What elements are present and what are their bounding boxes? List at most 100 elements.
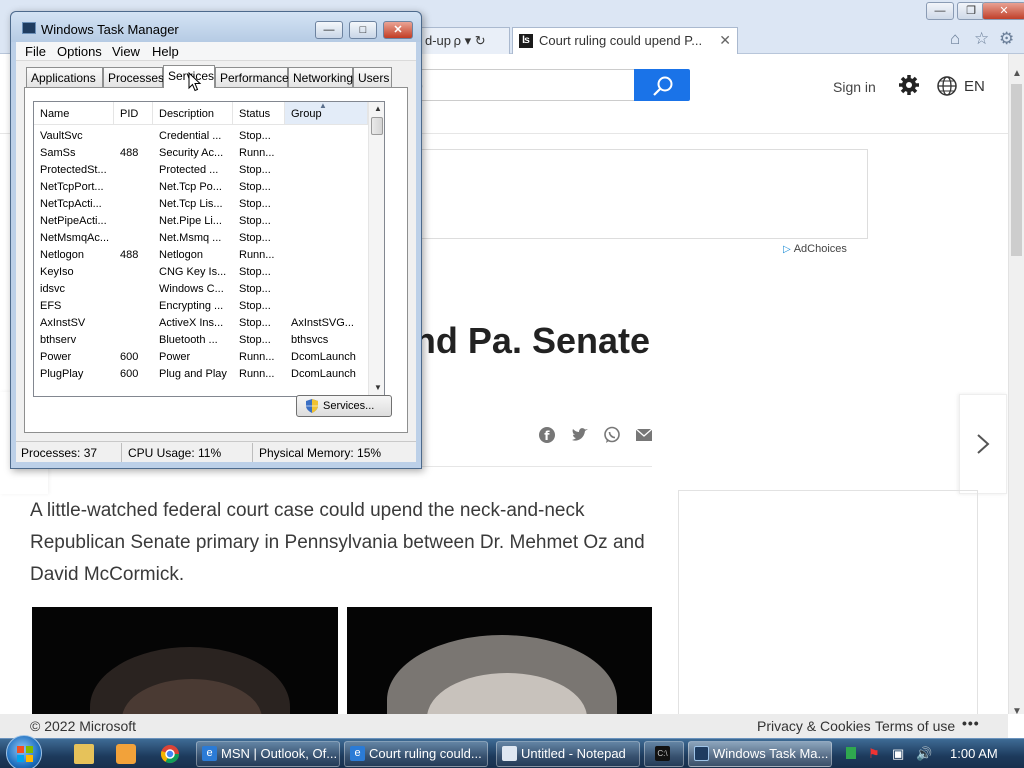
status-bar: Processes: 37 CPU Usage: 11% Physical Me… bbox=[16, 441, 416, 462]
page-scrollbar[interactable]: ▲ ▼ bbox=[1008, 54, 1024, 717]
tab-processes[interactable]: Processes bbox=[103, 67, 164, 87]
scroll-thumb[interactable] bbox=[1011, 84, 1022, 256]
cell-pid: 488 bbox=[120, 249, 139, 261]
settings-icon[interactable]: ⚙ bbox=[999, 29, 1014, 49]
menu-help[interactable]: Help bbox=[152, 44, 179, 59]
taskbar-btn-label: Court ruling could... bbox=[369, 746, 482, 761]
taskbar-btn-label: Untitled - Notepad bbox=[521, 746, 626, 761]
tab-close-icon[interactable]: ✕ bbox=[719, 32, 731, 49]
start-button[interactable] bbox=[6, 735, 42, 768]
media-player-icon[interactable] bbox=[116, 744, 136, 764]
action-center-icon[interactable]: ⚑ bbox=[868, 746, 880, 762]
browser-minimize-button[interactable]: — bbox=[926, 2, 954, 20]
twitter-icon[interactable] bbox=[571, 426, 589, 444]
adchoices-link[interactable]: ▷ AdChoices bbox=[783, 243, 847, 255]
msn-favicon-icon: ʪ bbox=[519, 34, 533, 48]
next-article-button[interactable] bbox=[959, 394, 1007, 494]
services-button-label: Services... bbox=[323, 400, 375, 412]
table-row[interactable]: NetPipeActi... Net.Pipe Li... Stop... bbox=[34, 213, 368, 230]
privacy-link[interactable]: Privacy & Cookies bbox=[757, 718, 871, 734]
taskbar-btn-court-ruling[interactable]: e Court ruling could... bbox=[344, 741, 488, 767]
cell-description: Net.Pipe Li... bbox=[159, 215, 222, 227]
cell-description: ActiveX Ins... bbox=[159, 317, 224, 329]
whatsapp-icon[interactable] bbox=[603, 426, 621, 444]
cell-name: EFS bbox=[40, 300, 62, 312]
taskbar-btn-cmd[interactable]: C:\ bbox=[644, 741, 684, 767]
close-button[interactable]: ✕ bbox=[383, 21, 413, 39]
scroll-thumb[interactable] bbox=[371, 117, 383, 135]
scroll-down-icon[interactable]: ▼ bbox=[1012, 706, 1022, 717]
scroll-down-icon[interactable]: ▼ bbox=[374, 383, 382, 392]
table-row[interactable]: VaultSvc Credential ... Stop... bbox=[34, 128, 368, 145]
services-list[interactable]: Name PID Description Status Group ▲ Vaul… bbox=[33, 101, 385, 397]
cell-description: Plug and Play bbox=[159, 368, 227, 380]
search-input[interactable]: p bbox=[400, 69, 636, 101]
tab-performance[interactable]: Performance bbox=[215, 67, 289, 87]
chrome-icon[interactable] bbox=[160, 744, 180, 764]
table-row[interactable]: bthserv Bluetooth ... Stop... bthsvcs bbox=[34, 332, 368, 349]
tab-networking[interactable]: Networking bbox=[288, 67, 353, 87]
globe-icon[interactable] bbox=[936, 75, 958, 97]
table-row[interactable]: AxInstSV ActiveX Ins... Stop... AxInstSVG..… bbox=[34, 315, 368, 332]
browser-tab-msn[interactable]: d-up ρ ▾ ↻ bbox=[420, 27, 510, 54]
table-row[interactable]: NetTcpActi... Net.Tcp Lis... Stop... bbox=[34, 196, 368, 213]
more-options-icon[interactable]: ••• bbox=[962, 715, 980, 731]
scroll-up-icon[interactable]: ▲ bbox=[1012, 68, 1022, 79]
column-header-pid[interactable]: PID bbox=[114, 102, 153, 125]
msn-footer: © 2022 Microsoft Privacy & Cookies Terms… bbox=[0, 714, 1008, 738]
table-row[interactable]: Netlogon 488 Netlogon Runn... bbox=[34, 247, 368, 264]
column-header-name[interactable]: Name bbox=[34, 102, 114, 125]
mail-icon[interactable] bbox=[635, 426, 653, 444]
table-row[interactable]: NetTcpPort... Net.Tcp Po... Stop... bbox=[34, 179, 368, 196]
menu-options[interactable]: Options bbox=[57, 44, 102, 59]
terms-link[interactable]: Terms of use bbox=[875, 718, 955, 734]
article-lead: A little-watched federal court case coul… bbox=[30, 500, 645, 585]
cell-description: Credential ... bbox=[159, 130, 222, 142]
performance-tray-icon[interactable] bbox=[846, 747, 856, 759]
column-header-group[interactable]: Group ▲ bbox=[285, 102, 368, 125]
sidebar-ad[interactable] bbox=[678, 490, 978, 714]
maximize-button[interactable]: □ bbox=[349, 21, 377, 39]
article-photo-oz[interactable] bbox=[32, 607, 338, 714]
taskbar-btn-task-manager[interactable]: Windows Task Ma... bbox=[688, 741, 832, 767]
article-photo-mccormick[interactable] bbox=[347, 607, 652, 714]
table-row[interactable]: KeyIso CNG Key Is... Stop... bbox=[34, 264, 368, 281]
services-button[interactable]: Services... bbox=[296, 395, 392, 417]
table-row[interactable]: NetMsmqAc... Net.Msmq ... Stop... bbox=[34, 230, 368, 247]
tab-applications[interactable]: Applications bbox=[26, 67, 103, 87]
task-manager-titlebar[interactable]: Windows Task Manager — □ ✕ bbox=[11, 12, 421, 42]
language-selector[interactable]: EN bbox=[964, 78, 985, 95]
ad-banner[interactable] bbox=[410, 149, 868, 239]
star-icon[interactable]: ☆ bbox=[974, 29, 989, 49]
tab-users[interactable]: Users bbox=[353, 67, 392, 87]
table-row[interactable]: SamSs 488 Security Ac... Runn... bbox=[34, 145, 368, 162]
taskbar-btn-notepad[interactable]: Untitled - Notepad bbox=[496, 741, 640, 767]
taskbar-btn-msn[interactable]: e MSN | Outlook, Of... bbox=[196, 741, 340, 767]
scroll-up-icon[interactable]: ▲ bbox=[374, 104, 382, 113]
uac-shield-icon bbox=[306, 399, 318, 413]
table-row[interactable]: idsvc Windows C... Stop... bbox=[34, 281, 368, 298]
list-scrollbar[interactable]: ▲ ▼ bbox=[368, 102, 384, 396]
table-row[interactable]: EFS Encrypting ... Stop... bbox=[34, 298, 368, 315]
table-row[interactable]: PlugPlay 600 Plug and Play Runn... DcomLaunc… bbox=[34, 366, 368, 383]
home-icon[interactable]: ⌂ bbox=[950, 29, 960, 49]
browser-close-button[interactable]: ✕ bbox=[982, 2, 1024, 20]
menu-file[interactable]: File bbox=[25, 44, 46, 59]
minimize-button[interactable]: — bbox=[315, 21, 343, 39]
column-header-status[interactable]: Status bbox=[233, 102, 285, 125]
menu-view[interactable]: View bbox=[112, 44, 140, 59]
cell-status: Stop... bbox=[239, 300, 271, 312]
explorer-icon[interactable] bbox=[74, 744, 94, 764]
clock[interactable]: 1:00 AM bbox=[950, 746, 998, 761]
column-header-description[interactable]: Description bbox=[153, 102, 233, 125]
table-row[interactable]: Power 600 Power Runn... DcomLaunch bbox=[34, 349, 368, 366]
search-button[interactable] bbox=[634, 69, 690, 101]
network-icon[interactable]: ▣ bbox=[892, 746, 904, 762]
gear-icon[interactable] bbox=[898, 74, 920, 96]
browser-restore-button[interactable]: ❐ bbox=[957, 2, 985, 20]
table-row[interactable]: ProtectedSt... Protected ... Stop... bbox=[34, 162, 368, 179]
volume-icon[interactable]: 🔊 bbox=[916, 746, 932, 762]
sign-in-link[interactable]: Sign in bbox=[833, 79, 876, 95]
browser-tab-court-ruling[interactable]: ʪ Court ruling could upend P... ✕ bbox=[512, 27, 738, 54]
facebook-icon[interactable]: f bbox=[538, 426, 556, 444]
